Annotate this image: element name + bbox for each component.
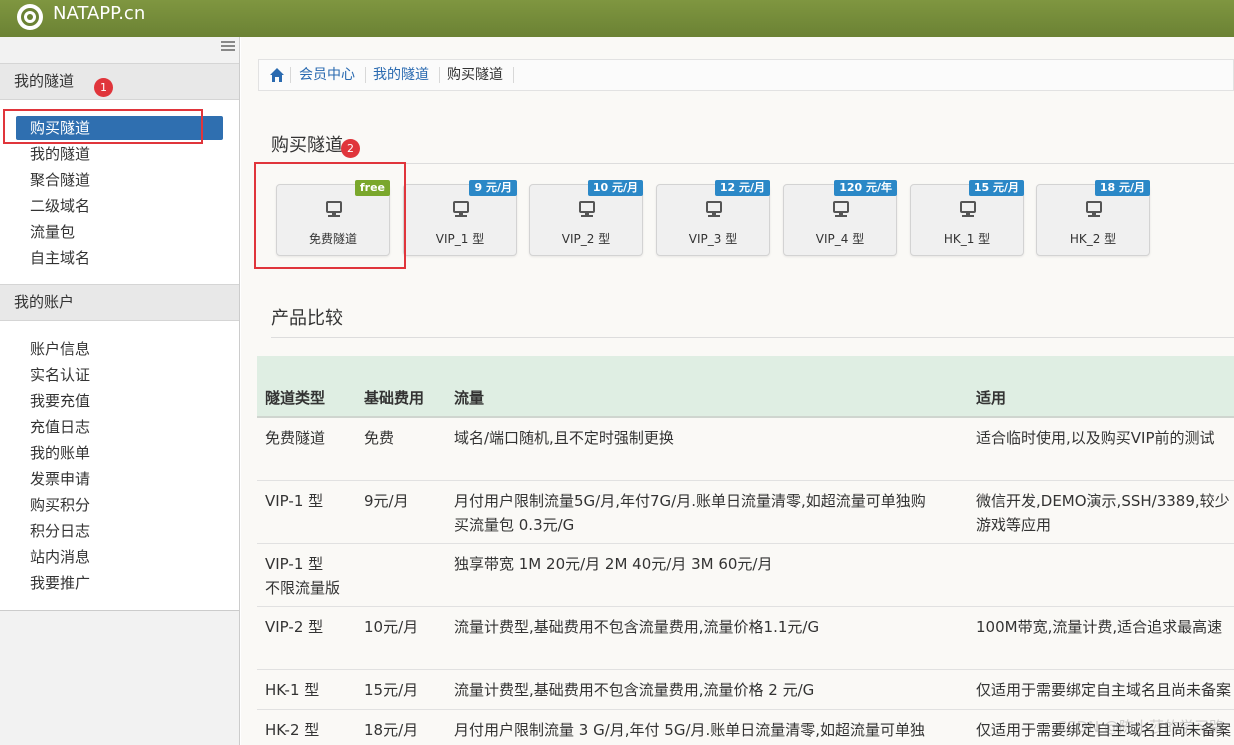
cell-type: 不限流量版 bbox=[265, 579, 341, 597]
sidebar-item-custom-domain[interactable]: 自主域名 bbox=[30, 248, 90, 268]
sidebar-item-account-info[interactable]: 账户信息 bbox=[30, 339, 90, 359]
plan-card-vip4[interactable]: 120 元/年 VIP_4 型 bbox=[783, 180, 897, 256]
sidebar-item-recharge[interactable]: 我要充值 bbox=[30, 391, 90, 411]
sidebar-item-invoice[interactable]: 发票申请 bbox=[30, 469, 90, 489]
plan-label: HK_2 型 bbox=[1069, 232, 1117, 246]
sidebar-section-tunnels[interactable]: 我的隧道 bbox=[0, 63, 239, 100]
cell-fee: 免费 bbox=[364, 429, 395, 447]
sidebar-item-messages[interactable]: 站内消息 bbox=[30, 547, 90, 567]
sidebar-item-traffic-pack[interactable]: 流量包 bbox=[30, 222, 75, 242]
table-row: VIP-2 型 10元/月 流量计费型,基础费用不包含流量费用,流量价格1.1元… bbox=[257, 607, 1234, 670]
watermark: CSDN @陈小莎的学习路 bbox=[1056, 718, 1224, 736]
sidebar-account-panel: 账户信息 实名认证 我要充值 充值日志 我的账单 发票申请 购买积分 积分日志 … bbox=[0, 321, 239, 611]
cell-traffic: 买流量包 0.3元/G bbox=[454, 516, 575, 534]
section-title-compare: 产品比较 bbox=[271, 308, 343, 329]
table-row: HK-1 型 15元/月 流量计费型,基础费用不包含流量费用,流量价格 2 元/… bbox=[257, 670, 1234, 710]
cell-traffic: 流量计费型,基础费用不包含流量费用,流量价格 2 元/G bbox=[454, 681, 815, 699]
table-row: 免费隧道 免费 域名/端口随机,且不定时强制更换 适合临时使用,以及购买VIP前… bbox=[257, 418, 1234, 481]
table-row: VIP-1 型 9元/月 月付用户限制流量5G/月,年付7G/月.账单日流量清零… bbox=[257, 481, 1234, 544]
main-content: 会员中心 我的隧道 购买隧道 购买隧道 free 免费隧道 9 元/月 VIP_… bbox=[241, 37, 1234, 745]
plan-price-tag: 10 元/月 bbox=[587, 180, 643, 196]
home-icon[interactable] bbox=[269, 67, 285, 83]
plan-price-tag: 120 元/年 bbox=[834, 180, 897, 196]
computer-icon bbox=[833, 201, 849, 217]
cell-type: VIP-2 型 bbox=[265, 618, 324, 636]
plan-label: VIP_3 型 bbox=[688, 232, 738, 246]
cell-type: VIP-1 型 bbox=[265, 555, 324, 573]
cell-use: 适合临时使用,以及购买VIP前的测试 bbox=[976, 429, 1215, 447]
breadcrumb: 会员中心 我的隧道 购买隧道 bbox=[258, 59, 1234, 91]
sidebar-item-recharge-log[interactable]: 充值日志 bbox=[30, 417, 90, 437]
cell-fee: 15元/月 bbox=[364, 681, 419, 699]
plan-card-vip2[interactable]: 10 元/月 VIP_2 型 bbox=[529, 180, 643, 256]
cell-fee: 10元/月 bbox=[364, 618, 419, 636]
computer-icon bbox=[579, 201, 595, 217]
sidebar-item-subdomain[interactable]: 二级域名 bbox=[30, 196, 90, 216]
col-header-fee: 基础费用 bbox=[364, 389, 425, 407]
brand-name[interactable]: NATAPP.cn bbox=[53, 3, 145, 25]
breadcrumb-buy-tunnel: 购买隧道 bbox=[447, 67, 503, 83]
cell-traffic: 域名/端口随机,且不定时强制更换 bbox=[454, 429, 674, 447]
plan-label: HK_1 型 bbox=[943, 232, 991, 246]
computer-icon bbox=[706, 201, 722, 217]
col-header-use: 适用 bbox=[976, 389, 1007, 407]
section-title-buy-tunnel: 购买隧道 bbox=[271, 135, 343, 156]
cell-traffic: 独享带宽 1M 20元/月 2M 40元/月 3M 60元/月 bbox=[454, 555, 773, 573]
col-header-type: 隧道类型 bbox=[265, 389, 326, 407]
annotation-box-buy-tunnel bbox=[3, 109, 203, 144]
computer-icon bbox=[960, 201, 976, 217]
plan-label: VIP_1 型 bbox=[435, 232, 485, 246]
sidebar-item-my-bill[interactable]: 我的账单 bbox=[30, 443, 90, 463]
cell-use: 仅适用于需要绑定自主域名且尚未备案 bbox=[976, 681, 1232, 699]
cell-use: 100M带宽,流量计费,适合追求最高速 bbox=[976, 618, 1223, 636]
cell-type: HK-1 型 bbox=[265, 681, 320, 699]
table-row: VIP-1 型 不限流量版 独享带宽 1M 20元/月 2M 40元/月 3M … bbox=[257, 544, 1234, 607]
plan-label: VIP_2 型 bbox=[561, 232, 611, 246]
sidebar-section-account[interactable]: 我的账户 bbox=[0, 284, 239, 321]
sidebar-item-real-name[interactable]: 实名认证 bbox=[30, 365, 90, 385]
cell-fee: 18元/月 bbox=[364, 721, 419, 739]
sidebar-item-buy-points[interactable]: 购买积分 bbox=[30, 495, 90, 515]
plan-price-tag: 12 元/月 bbox=[714, 180, 770, 196]
col-header-traffic: 流量 bbox=[454, 389, 485, 407]
table-header: 隧道类型 基础费用 流量 适用 bbox=[257, 356, 1234, 418]
cell-use: 游戏等应用 bbox=[976, 516, 1052, 534]
cell-fee: 9元/月 bbox=[364, 492, 409, 510]
breadcrumb-member-center[interactable]: 会员中心 bbox=[299, 66, 355, 84]
plan-card-hk1[interactable]: 15 元/月 HK_1 型 bbox=[910, 180, 1024, 256]
cell-traffic: 流量计费型,基础费用不包含流量费用,流量价格1.1元/G bbox=[454, 618, 820, 636]
sidebar-item-promotion[interactable]: 我要推广 bbox=[30, 573, 90, 593]
cell-use: 微信开发,DEMO演示,SSH/3389,较少 bbox=[976, 492, 1230, 510]
plan-price-tag: 18 元/月 bbox=[1094, 180, 1150, 196]
breadcrumb-my-tunnel[interactable]: 我的隧道 bbox=[373, 66, 429, 84]
computer-icon bbox=[453, 201, 469, 217]
sidebar-item-aggregate-tunnel[interactable]: 聚合隧道 bbox=[30, 170, 90, 190]
sidebar-item-points-log[interactable]: 积分日志 bbox=[30, 521, 90, 541]
computer-icon bbox=[1086, 201, 1102, 217]
annotation-marker-2: 2 bbox=[341, 139, 360, 158]
plan-card-hk2[interactable]: 18 元/月 HK_2 型 bbox=[1036, 180, 1150, 256]
cell-type: 免费隧道 bbox=[265, 429, 326, 447]
annotation-box-free-plan bbox=[254, 162, 406, 269]
sidebar-item-my-tunnel[interactable]: 我的隧道 bbox=[30, 144, 90, 164]
annotation-marker-1: 1 bbox=[94, 78, 113, 97]
natapp-logo-icon[interactable] bbox=[17, 4, 43, 30]
top-navbar: NATAPP.cn bbox=[0, 0, 1234, 37]
plan-price-tag: 15 元/月 bbox=[968, 180, 1024, 196]
plan-card-vip3[interactable]: 12 元/月 VIP_3 型 bbox=[656, 180, 770, 256]
cell-type: VIP-1 型 bbox=[265, 492, 324, 510]
plan-card-vip1[interactable]: 9 元/月 VIP_1 型 bbox=[403, 180, 517, 256]
plan-label: VIP_4 型 bbox=[815, 232, 865, 246]
cell-traffic: 月付用户限制流量5G/月,年付7G/月.账单日流量清零,如超流量可单独购 bbox=[454, 492, 926, 510]
cell-traffic: 月付用户限制流量 3 G/月,年付 5G/月.账单日流量清零,如超流量可单独 bbox=[454, 721, 926, 739]
cell-type: HK-2 型 bbox=[265, 721, 320, 739]
plan-price-tag: 9 元/月 bbox=[469, 180, 517, 196]
sidebar-collapse-icon[interactable] bbox=[221, 41, 235, 51]
